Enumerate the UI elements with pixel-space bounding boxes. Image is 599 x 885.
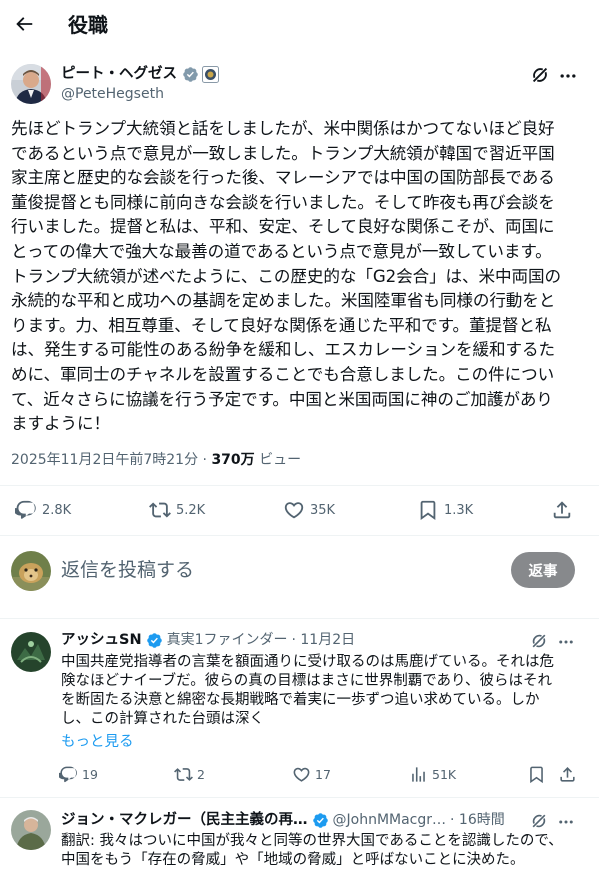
arrow-left-icon [13,13,35,35]
reply-text: 翻訳: 我々はついに中国が我々と同等の世界大国であることを認識したので、 中国を… [61,833,563,868]
reply-count: 2.8K [42,502,72,518]
grok-button[interactable] [529,64,553,88]
repost-count: 2 [197,767,205,782]
page-title: 役職 [68,13,108,37]
tweet-timestamp[interactable]: 2025年11月2日午前7時21分 [11,452,198,468]
more-options-button[interactable] [557,633,577,653]
share-icon [551,499,573,521]
grok-icon [529,811,551,831]
more-dots-icon [558,66,578,86]
views-count: 51K [432,767,457,782]
reply-avatar[interactable] [11,632,51,672]
verified-badge-icon [312,812,329,829]
more-options-button[interactable] [557,813,577,833]
reply-time[interactable]: · 16時間 [450,811,505,830]
heart-icon [283,499,305,521]
author-avatar[interactable] [11,64,51,104]
views-label: ビュー [259,452,302,468]
more-dots-icon [557,633,577,651]
bookmark-icon [527,765,546,784]
show-more-link[interactable]: もっと見る [61,733,134,752]
reply-header: アッシュSN 真実1ファインダー · 11月2日 [61,631,355,650]
divider [0,797,599,798]
analytics-icon [409,765,428,784]
views-action[interactable]: 51K [409,765,456,784]
repost-action[interactable]: 5.2K [149,499,205,521]
reply-button[interactable]: 返事 [511,552,575,588]
reply-input[interactable]: 返信を投稿する [61,556,194,584]
more-dots-icon [557,813,577,831]
grok-icon [529,631,551,651]
reply-author-name[interactable]: ジョン・マクレガー（民主主義の再… [61,811,308,830]
tweet-meta: 2025年11月2日午前7時21分 · 370万 ビュー [11,451,301,469]
reply-action[interactable]: 2.8K [15,499,71,521]
verified-badge-icon [146,632,163,649]
grok-button[interactable] [529,631,551,653]
reply-time[interactable]: · 11月2日 [292,631,356,650]
meta-separator: · [202,452,207,468]
current-user-avatar[interactable] [11,551,51,591]
grok-icon [529,64,553,86]
reply-count: 19 [82,767,98,782]
affiliation-badge-icon[interactable] [202,66,219,83]
repost-count: 5.2K [176,502,206,518]
reply-text: 中国共産党指導者の言葉を額面通りに受け取るのは馬鹿げている。それは危 険なほどナ… [61,654,554,727]
top-bar: 役職 [0,0,599,53]
reply-icon [59,765,78,784]
back-button[interactable] [6,6,42,42]
repost-icon [174,765,193,784]
bookmark-button[interactable] [527,765,546,784]
reply-author-bio[interactable]: 真実1ファインダー [167,631,288,650]
like-count: 17 [315,767,331,782]
repost-icon [149,499,171,521]
verified-badge-icon [182,66,199,83]
reply-header: ジョン・マクレガー（民主主義の再… @JohnMMacgr… · 16時間 [61,811,505,830]
grok-button[interactable] [529,811,551,833]
reply-avatar[interactable] [11,810,51,850]
author-name[interactable]: ピート・ヘグゼス [61,65,177,84]
repost-action[interactable]: 2 [174,765,205,784]
like-count: 35K [310,502,336,518]
reply-author-name[interactable]: アッシュSN [61,631,142,650]
views-count: 370万 [211,452,255,468]
bookmark-count: 1.3K [444,502,474,518]
heart-icon [292,765,311,784]
share-button[interactable] [558,765,577,784]
share-icon [558,765,577,784]
like-action[interactable]: 17 [292,765,331,784]
like-action[interactable]: 35K [283,499,335,521]
share-button[interactable] [551,499,573,521]
bookmark-action[interactable]: 1.3K [417,499,473,521]
tweet-text: 先ほどトランプ大統領と話をしましたが、米中関係はかつてないほど良好 であるという… [11,119,562,434]
reply-icon [15,499,37,521]
reply-author-handle[interactable]: @JohnMMacgr… [333,811,447,830]
divider [0,485,599,486]
divider [0,535,599,536]
author-handle[interactable]: @PeteHegseth [61,85,164,103]
more-options-button[interactable] [556,64,580,88]
reply-action[interactable]: 19 [59,765,98,784]
divider [0,618,599,619]
bookmark-icon [417,499,439,521]
